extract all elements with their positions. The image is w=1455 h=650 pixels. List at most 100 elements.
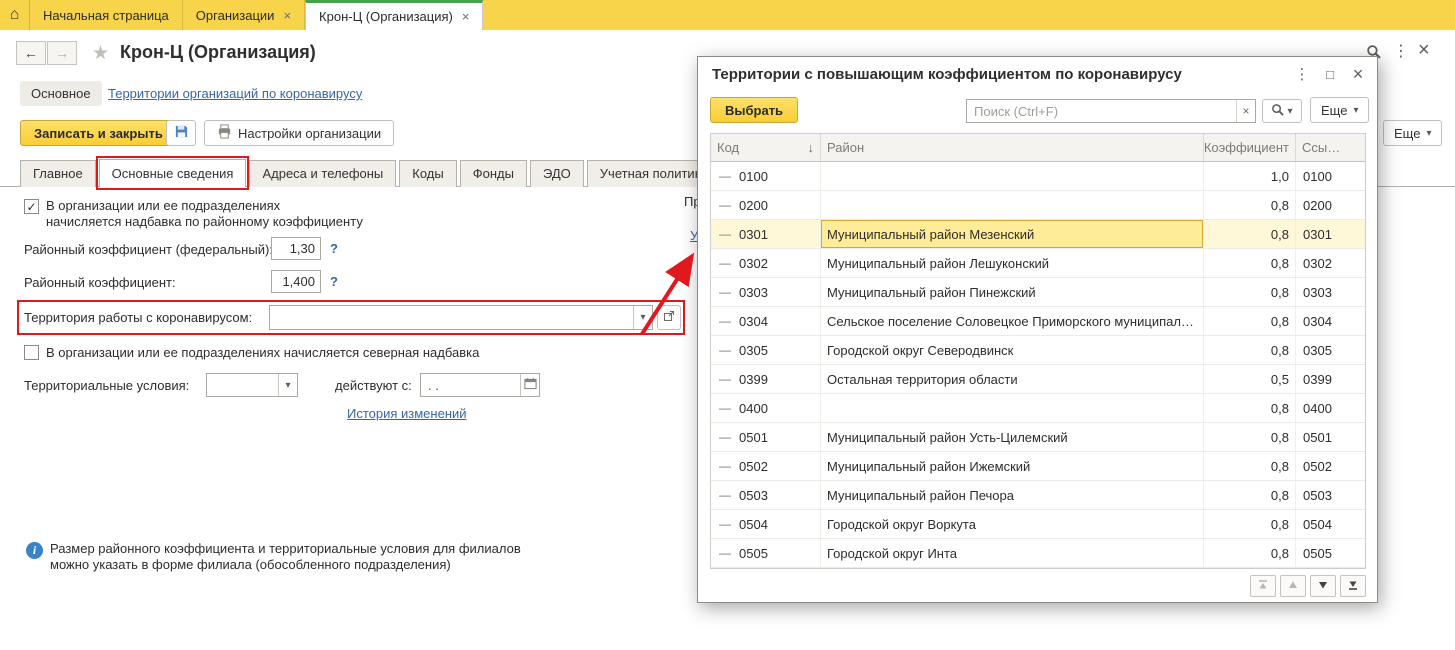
territories-popup: Территории с повышающим коэффициентом по… (697, 56, 1378, 603)
coef-help[interactable]: ? (330, 274, 338, 289)
table-row[interactable]: — 0304 Сельское поселение Соловецкое При… (711, 307, 1365, 336)
table-row[interactable]: — 0200 0,8 0200 (711, 191, 1365, 220)
row-coef: 0,8 (1204, 481, 1296, 509)
chevron-down-icon: ▾ (285, 379, 291, 391)
tab-kody[interactable]: Коды (399, 160, 457, 187)
tab-fondy[interactable]: Фонды (459, 160, 527, 187)
territory-table-body: — 0100 1,0 0100 — 0200 0,8 0200 — 0301 М… (711, 162, 1365, 568)
row-code: 0505 (739, 545, 768, 561)
nav-item-main[interactable]: Основное (20, 81, 102, 106)
popup-kebab-menu-icon[interactable]: ⋮ (1292, 64, 1312, 84)
federal-coef-help[interactable]: ? (330, 241, 338, 256)
search-field: × (966, 99, 1256, 123)
top-tab-bar: ⌂ Начальная страница Организации × Крон-… (0, 0, 1455, 30)
coef-input[interactable]: 1,400 (271, 270, 321, 293)
row-coef: 0,8 (1204, 278, 1296, 306)
form-more-button[interactable]: Еще ▾ (1383, 120, 1443, 146)
select-button[interactable]: Выбрать (710, 97, 799, 123)
column-header-coef[interactable]: Коэффициент (1204, 134, 1296, 161)
table-row[interactable]: — 0301 Муниципальный район Мезенский 0,8… (711, 220, 1365, 249)
row-district: Городской округ Северодвинск (827, 342, 1014, 358)
list-item-marker-icon: — (719, 459, 731, 473)
table-row[interactable]: — 0399 Остальная территория области 0,5 … (711, 365, 1365, 394)
covid-territory-combobox[interactable]: ▾ (269, 305, 653, 330)
column-header-code[interactable]: Код ↓ (711, 134, 821, 161)
row-code: 0502 (739, 458, 768, 474)
column-header-district[interactable]: Район (821, 134, 1204, 161)
nav-link-covid-territories[interactable]: Территории организаций по коронавирусу (108, 86, 362, 101)
home-button[interactable]: ⌂ (0, 0, 30, 30)
clear-search-icon[interactable]: × (1236, 100, 1255, 122)
close-tab-icon[interactable]: × (283, 8, 291, 23)
kebab-menu-icon[interactable]: ⋮ (1393, 41, 1409, 61)
popup-more-button[interactable]: Еще ▾ (1310, 97, 1370, 123)
tab-glavnoe[interactable]: Главное (20, 160, 96, 187)
tab-organizations[interactable]: Организации × (183, 0, 306, 30)
info-icon: i (26, 542, 43, 559)
tab-kron-c-organization[interactable]: Крон-Ц (Организация) × (305, 0, 484, 30)
north-allowance-checkbox[interactable] (24, 345, 39, 360)
row-district: Муниципальный район Пинежский (827, 284, 1036, 300)
row-district: Муниципальный район Печора (827, 487, 1014, 503)
open-territory-button[interactable] (657, 305, 681, 330)
valid-from-date-input[interactable]: . . (420, 373, 540, 397)
favorite-star-icon[interactable]: ★ (92, 42, 109, 65)
search-options-button[interactable]: ▾ (1262, 99, 1302, 123)
federal-coef-input[interactable]: 1,30 (271, 237, 321, 260)
home-icon: ⌂ (9, 6, 20, 23)
table-row[interactable]: — 0305 Городской округ Северодвинск 0,8 … (711, 336, 1365, 365)
page-title: Крон-Ц (Организация) (120, 42, 316, 62)
save-and-close-button[interactable]: Записать и закрыть (20, 120, 177, 146)
table-row[interactable]: — 0502 Муниципальный район Ижемский 0,8 … (711, 452, 1365, 481)
save-button[interactable] (166, 120, 196, 146)
row-code: 0504 (739, 516, 768, 532)
row-ref: 0303 (1303, 284, 1332, 300)
table-row[interactable]: — 0302 Муниципальный район Лешуконский 0… (711, 249, 1365, 278)
forward-button[interactable]: → (47, 41, 77, 65)
popup-close-icon[interactable]: × (1348, 64, 1368, 84)
tab-edo[interactable]: ЭДО (529, 160, 584, 187)
scroll-bottom-icon (1347, 579, 1359, 594)
popup-maximize-icon[interactable]: □ (1320, 64, 1340, 84)
row-ref: 0502 (1303, 458, 1332, 474)
table-row[interactable]: — 0303 Муниципальный район Пинежский 0,8… (711, 278, 1365, 307)
column-header-ref[interactable]: Ссы… (1296, 134, 1367, 161)
combo-dropdown-button[interactable]: ▾ (278, 374, 297, 396)
north-allowance-label: В организации или ее подразделениях начи… (46, 345, 480, 360)
table-row[interactable]: — 0505 Городской округ Инта 0,8 0505 (711, 539, 1365, 568)
combo-dropdown-button[interactable]: ▾ (633, 306, 652, 329)
checkmark-icon: ✓ (26, 199, 37, 214)
district-allowance-checkbox[interactable]: ✓ (24, 199, 39, 214)
close-tab-icon[interactable]: × (462, 9, 470, 24)
search-input[interactable] (967, 100, 1236, 122)
table-row[interactable]: — 0504 Городской округ Воркута 0,8 0504 (711, 510, 1365, 539)
row-coef: 0,8 (1204, 336, 1296, 364)
tab-label: Организации (195, 7, 275, 23)
table-row[interactable]: — 0100 1,0 0100 (711, 162, 1365, 191)
row-ref: 0400 (1303, 400, 1332, 416)
scroll-up-button[interactable] (1280, 575, 1306, 597)
scroll-down-button[interactable] (1310, 575, 1336, 597)
organization-settings-button[interactable]: Настройки организации (204, 120, 395, 146)
scroll-to-top-button[interactable] (1250, 575, 1276, 597)
territorial-conditions-combobox[interactable]: ▾ (206, 373, 298, 397)
table-row[interactable]: — 0503 Муниципальный район Печора 0,8 05… (711, 481, 1365, 510)
back-button[interactable]: ← (16, 41, 46, 65)
scroll-to-bottom-button[interactable] (1340, 575, 1366, 597)
list-pager (1250, 575, 1366, 597)
tab-adresa-telefony[interactable]: Адреса и телефоны (249, 160, 397, 187)
list-item-marker-icon: — (719, 401, 731, 415)
table-row[interactable]: — 0501 Муниципальный район Усть-Цилемски… (711, 423, 1365, 452)
calendar-picker-button[interactable] (520, 374, 539, 396)
row-ref: 0399 (1303, 371, 1332, 387)
list-item-marker-icon: — (719, 430, 731, 444)
table-row[interactable]: — 0400 0,8 0400 (711, 394, 1365, 423)
open-form-icon (663, 310, 675, 325)
tab-start-page[interactable]: Начальная страница (30, 0, 183, 30)
district-allowance-label-line2: начисляется надбавка по районному коэффи… (46, 214, 363, 229)
list-item-marker-icon: — (719, 517, 731, 531)
history-link[interactable]: История изменений (347, 406, 467, 421)
tab-osnovnye-svedeniya[interactable]: Основные сведения (95, 156, 250, 190)
window-close-icon[interactable]: × (1418, 39, 1430, 62)
valid-from-label: действуют с: (335, 378, 412, 393)
